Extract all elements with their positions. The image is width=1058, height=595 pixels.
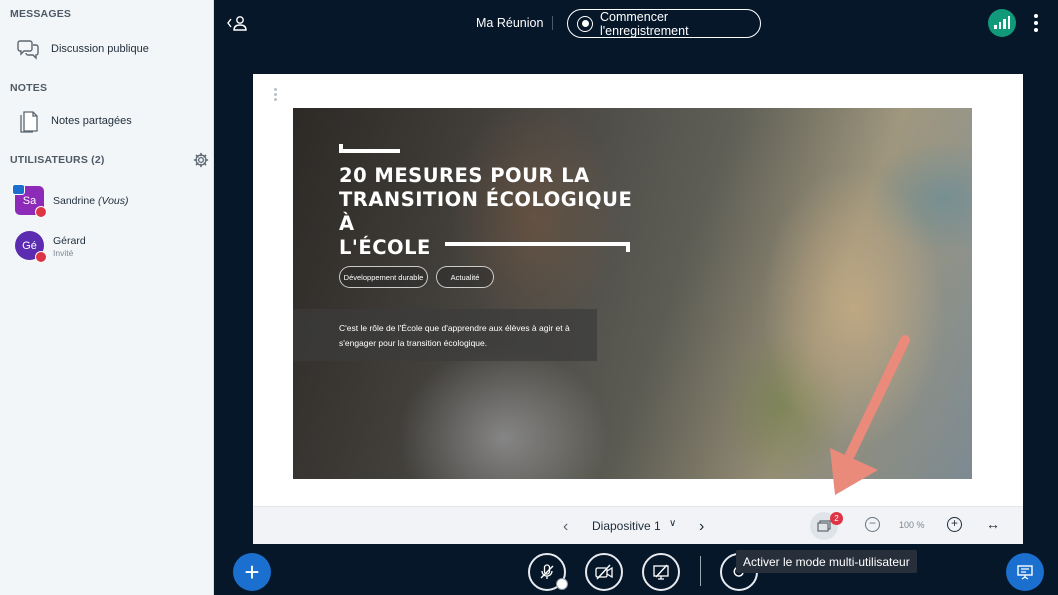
public-chat-item[interactable]: Discussion publique xyxy=(0,32,213,66)
users-toggle-icon[interactable] xyxy=(226,14,248,32)
fit-width-button[interactable]: ↔ xyxy=(986,516,1000,532)
users-section-title: UTILISATEURS (2) xyxy=(10,154,105,166)
messages-section-title: MESSAGES xyxy=(10,8,72,20)
chat-icon xyxy=(14,34,44,64)
record-label: Commencer l'enregistrement xyxy=(600,9,689,38)
user-name: Sandrine (Vous) xyxy=(53,195,129,207)
divider xyxy=(552,16,553,30)
connection-status-icon[interactable] xyxy=(988,9,1016,37)
camera-off-icon xyxy=(595,564,613,580)
presentation-icon xyxy=(1017,565,1033,580)
presentation-toggle-button[interactable] xyxy=(1006,553,1044,591)
record-icon xyxy=(577,15,593,32)
presentation-toolbar: ‹ Diapositive 1 ∨ › 2 − 100 % + ↔ xyxy=(253,506,1023,544)
chevron-down-icon[interactable]: ∨ xyxy=(669,518,676,529)
annotation-arrow xyxy=(830,335,910,495)
shared-notes-label: Notes partagées xyxy=(51,115,132,127)
muted-mic-icon xyxy=(35,206,47,218)
notes-icon xyxy=(14,106,44,136)
muted-mic-icon xyxy=(35,251,47,263)
top-bar: Ma Réunion Commencer l'enregistrement xyxy=(214,0,1058,46)
zoom-out-button[interactable]: − xyxy=(865,517,880,532)
more-options-icon[interactable] xyxy=(1034,14,1038,32)
slide-tag: Développement durable xyxy=(339,266,428,288)
divider xyxy=(700,556,701,586)
zoom-in-button[interactable]: + xyxy=(947,517,962,532)
decorative-bar xyxy=(339,144,400,153)
presenter-icon xyxy=(12,184,25,195)
sidebar: MESSAGES Discussion publique NOTES Notes… xyxy=(0,0,214,595)
mic-off-icon xyxy=(540,564,554,579)
user-name: Gérard xyxy=(53,235,86,247)
actions-button[interactable]: + xyxy=(233,553,271,591)
tooltip: Activer le mode multi-utilisateur xyxy=(736,550,917,573)
slide-description: C'est le rôle de l'École que d'apprendre… xyxy=(339,323,570,348)
notes-section-title: NOTES xyxy=(10,82,48,94)
screenshare-button[interactable] xyxy=(642,553,680,591)
multi-user-icon xyxy=(817,520,831,532)
shared-notes-item[interactable]: Notes partagées xyxy=(0,104,213,138)
slide-selector[interactable]: Diapositive 1 xyxy=(592,519,661,533)
slide-tag: Actualité xyxy=(436,266,494,288)
next-slide-button[interactable]: › xyxy=(699,518,704,536)
user-row-gerard[interactable]: Gé Gérard Invité xyxy=(0,226,213,266)
presentation-menu-icon[interactable] xyxy=(274,88,277,103)
multi-user-badge: 2 xyxy=(830,512,843,525)
previous-slide-button[interactable]: ‹ xyxy=(563,518,568,536)
camera-button[interactable] xyxy=(585,553,623,591)
gear-icon[interactable] xyxy=(193,152,209,168)
start-recording-button[interactable]: Commencer l'enregistrement xyxy=(567,9,761,38)
public-chat-label: Discussion publique xyxy=(51,43,149,55)
user-row-sandrine[interactable]: Sa Sandrine (Vous) xyxy=(0,182,213,222)
zoom-value: 100 % xyxy=(899,520,925,530)
decorative-bar xyxy=(445,242,630,252)
screenshare-off-icon xyxy=(653,564,669,580)
meeting-title: Ma Réunion xyxy=(476,16,544,30)
audio-options-icon[interactable] xyxy=(556,578,568,590)
user-role: Invité xyxy=(53,248,74,258)
